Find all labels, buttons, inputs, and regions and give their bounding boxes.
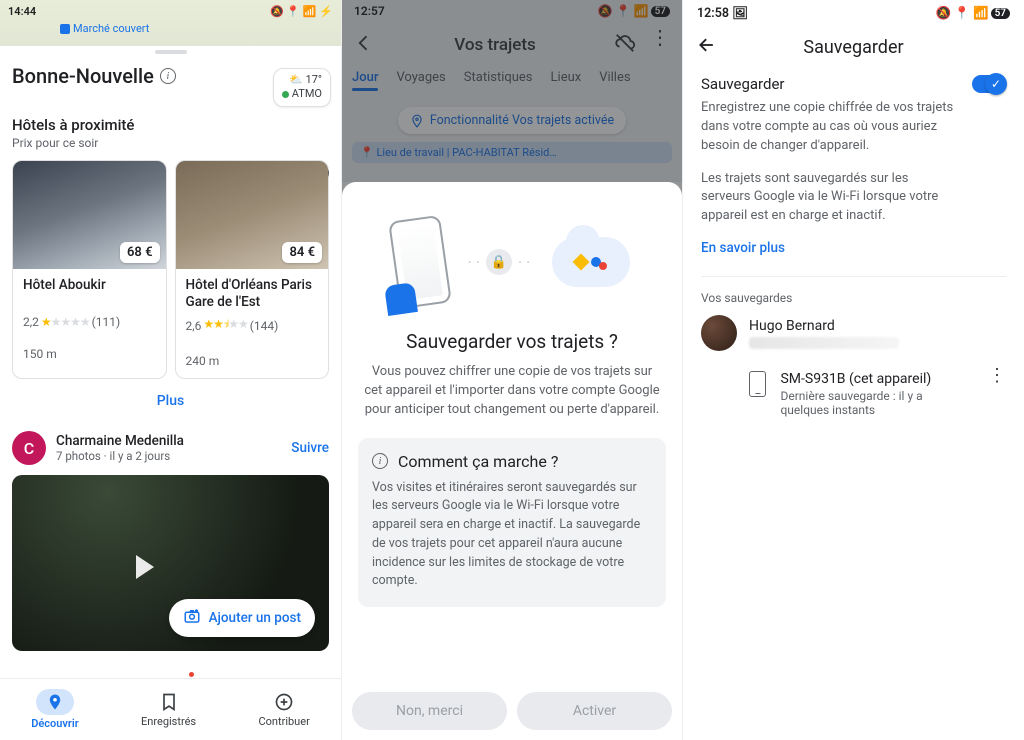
info-icon[interactable]: i <box>160 68 176 84</box>
avatar <box>701 315 737 351</box>
hotel-name: Hôtel Aboukir <box>23 277 156 311</box>
notification-dot-icon <box>189 672 194 677</box>
page-title: Sauvegarder <box>717 37 990 58</box>
device-name: SM-S931B (cet appareil) <box>780 371 974 387</box>
post-author[interactable]: Charmaine Medenilla <box>56 433 184 449</box>
backups-heading: Vos sauvegardes <box>701 291 1006 305</box>
screenshot-icon: 🖼 <box>732 6 748 21</box>
account-email-redacted <box>749 337 899 349</box>
avatar[interactable]: C <box>12 431 46 465</box>
sun-icon: ⛅ <box>289 73 303 86</box>
bottom-sheet: Bonne-Nouvelle i ⛅ 17° ATMO Hôtels à pro… <box>0 50 341 670</box>
follow-link[interactable]: Suivre <box>291 440 329 456</box>
nav-discover[interactable]: Découvrir <box>31 689 78 730</box>
status-icons: 🔕 📍 📶 57 <box>936 6 1010 21</box>
add-post-button[interactable]: Ajouter un post <box>169 599 315 637</box>
dialog-title: Sauvegarder vos trajets ? <box>358 330 666 353</box>
status-icons: 🔕 📍 📶 ⚡ <box>270 5 333 18</box>
hotel-name: Hôtel d'Orléans Paris Gare de l'Est <box>186 277 319 311</box>
backup-device-row[interactable]: SM-S931B (cet appareil) Dernière sauvega… <box>701 371 1006 417</box>
hotels-sub: Prix pour ce soir <box>12 136 329 150</box>
more-icon[interactable]: ⋮ <box>988 371 1006 382</box>
hotel-card[interactable]: 68 € Hôtel Aboukir 2,2 ★★★★★ (111) 150 m <box>12 160 167 379</box>
backup-account-row[interactable]: Hugo Bernard <box>701 315 1006 351</box>
more-hotels-link[interactable]: Plus <box>12 393 329 409</box>
map-preview: 14:44 🔕 📍 📶 ⚡ Marché couvert <box>0 0 341 46</box>
nav-contribute[interactable]: Contribuer <box>258 692 309 728</box>
post-meta: 7 photos · il y a 2 jours <box>56 449 184 463</box>
hotel-rating: 2,6 ★★⯨★★ (144) <box>186 315 319 336</box>
home-icon <box>60 24 70 34</box>
price-badge: 84 € <box>282 242 322 263</box>
plus-circle-icon <box>274 692 294 712</box>
how-it-works-card: iComment ça marche ? Vos visites et itin… <box>358 438 666 608</box>
account-name: Hugo Bernard <box>749 318 899 334</box>
save-desc-2: Les trajets sont sauvegardés sur les ser… <box>701 170 961 227</box>
check-icon: ✓ <box>985 73 1007 95</box>
hotel-distance: 150 m <box>23 347 156 361</box>
hotel-photo: 84 € <box>176 161 329 269</box>
post-media[interactable]: Ajouter un post <box>12 475 329 651</box>
backup-illustration: · · 🔒 · · <box>358 202 666 322</box>
nav-saved[interactable]: Enregistrés <box>141 692 196 728</box>
status-bar: 14:44 🔕 📍 📶 ⚡ <box>8 2 333 20</box>
status-time: 14:44 <box>8 5 36 18</box>
hotels-heading: Hôtels à proximité <box>12 116 329 134</box>
save-desc-1: Enregistrez une copie chiffrée de vos tr… <box>701 99 961 156</box>
hand-icon <box>384 282 418 316</box>
hotel-photo: 68 € <box>13 161 166 269</box>
status-time: 12:58 <box>697 6 729 21</box>
save-toggle-label: Sauvegarder <box>701 75 784 93</box>
save-toggle[interactable]: ✓ <box>972 75 1006 93</box>
play-icon <box>136 555 154 579</box>
app-bar: Sauvegarder <box>683 21 1024 69</box>
hotel-card[interactable]: 84 € Hôtel d'Orléans Paris Gare de l'Est… <box>175 160 330 379</box>
hotel-distance: 240 m <box>186 354 319 368</box>
bottom-nav: Découvrir Enregistrés Contribuer <box>0 678 341 740</box>
cloud-icon <box>552 237 630 287</box>
lock-icon: 🔒 <box>486 249 512 275</box>
device-last-backup: Dernière sauvegarde : il y a quelques in… <box>780 389 974 417</box>
hotel-rating: 2,2 ★★★★★ (111) <box>23 315 156 329</box>
status-bar: 12:58 🖼 🔕 📍 📶 57 <box>683 0 1024 21</box>
back-button[interactable] <box>697 35 717 59</box>
place-title: Bonne-Nouvelle <box>12 64 154 88</box>
weather-chip[interactable]: ⛅ 17° ATMO <box>273 68 331 107</box>
backup-dialog: · · 🔒 · · Sauvegarder vos trajets ? Vous… <box>342 182 682 740</box>
info-icon: i <box>372 453 388 469</box>
divider <box>701 276 1006 277</box>
drag-handle[interactable] <box>155 50 187 54</box>
decline-button[interactable]: Non, merci <box>352 692 507 730</box>
map-poi-marche[interactable]: Marché couvert <box>60 22 149 35</box>
pin-icon <box>46 693 64 711</box>
activate-button[interactable]: Activer <box>517 692 672 730</box>
bookmark-icon <box>159 692 179 712</box>
dialog-body: Vous pouvez chiffrer une copie de vos tr… <box>358 363 666 420</box>
atmo-dot-icon <box>282 91 289 98</box>
phone-icon <box>749 371 766 397</box>
camera-plus-icon <box>183 607 201 629</box>
price-badge: 68 € <box>120 242 160 263</box>
learn-more-link[interactable]: En savoir plus <box>701 240 1006 256</box>
